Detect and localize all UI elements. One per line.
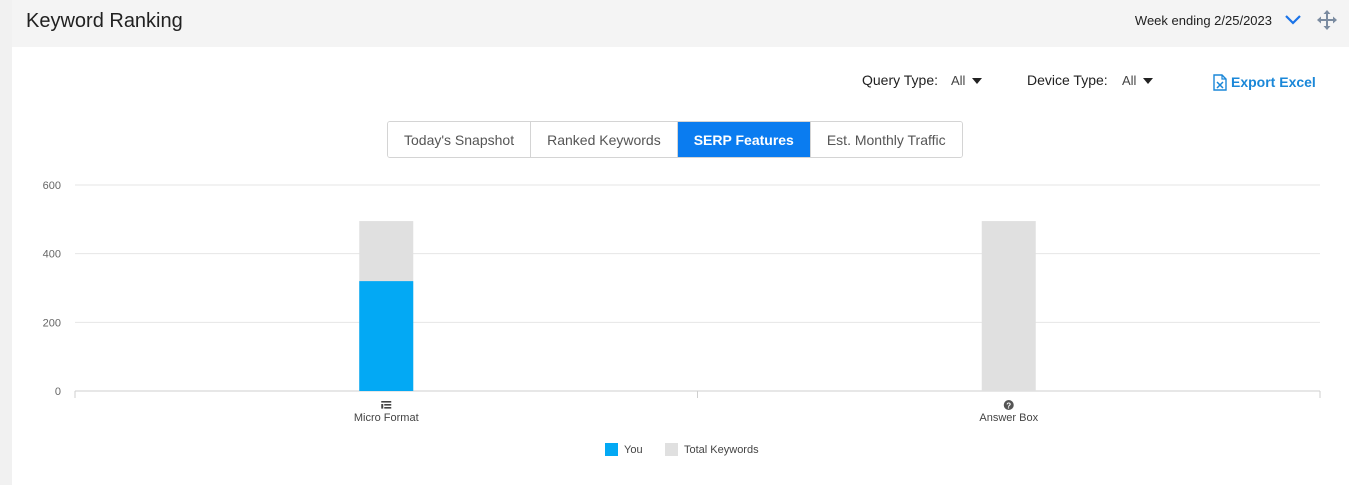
bar-total-keywords xyxy=(981,221,1036,391)
category-label: Micro Format xyxy=(354,412,419,424)
query-type-label: Query Type: xyxy=(862,72,939,88)
chevron-down-icon[interactable] xyxy=(1284,11,1302,29)
device-type-dropdown[interactable]: All xyxy=(1122,73,1136,88)
query-type-dropdown[interactable]: All xyxy=(951,73,965,88)
export-excel-button[interactable]: Export Excel xyxy=(1213,72,1316,92)
week-ending-label: Week ending 2/25/2023 xyxy=(1134,13,1272,28)
keyword-ranking-panel: Keyword Ranking Week ending 2/25/2023 Qu… xyxy=(12,0,1349,485)
view-tabs: Today's Snapshot Ranked Keywords SERP Fe… xyxy=(387,121,963,158)
panel-header: Keyword Ranking Week ending 2/25/2023 xyxy=(12,0,1349,47)
bar-you xyxy=(359,281,414,391)
device-type-label: Device Type: xyxy=(1027,72,1108,88)
move-icon[interactable] xyxy=(1317,10,1337,30)
y-tick-label: 400 xyxy=(43,249,61,261)
legend-total-keywords[interactable]: Total Keywords xyxy=(665,443,759,456)
legend-you-swatch xyxy=(605,443,618,456)
device-type-caret-icon[interactable] xyxy=(1143,78,1153,84)
legend-total-label: Total Keywords xyxy=(684,443,759,456)
tab-todays-snapshot[interactable]: Today's Snapshot xyxy=(388,122,532,157)
tab-serp-features[interactable]: SERP Features xyxy=(677,122,811,157)
excel-file-icon xyxy=(1213,73,1227,91)
y-tick-label: 600 xyxy=(43,180,61,192)
list-icon xyxy=(381,401,392,409)
y-tick-label: 200 xyxy=(43,317,61,329)
category-label: Answer Box xyxy=(979,412,1038,424)
panel-title: Keyword Ranking xyxy=(26,10,183,32)
export-excel-label: Export Excel xyxy=(1231,74,1316,90)
y-tick-label: 0 xyxy=(55,386,61,398)
legend-you[interactable]: You xyxy=(605,443,643,456)
tab-ranked-keywords[interactable]: Ranked Keywords xyxy=(531,122,678,157)
legend-you-label: You xyxy=(624,443,643,456)
query-type-caret-icon[interactable] xyxy=(972,78,982,84)
serp-features-chart: 0 200 400 600 Micro Format?Answer Box xyxy=(43,180,1321,424)
question-mark-glyph: ? xyxy=(1006,402,1011,411)
legend-total-swatch xyxy=(665,443,678,456)
tab-est-monthly-traffic[interactable]: Est. Monthly Traffic xyxy=(810,122,962,157)
